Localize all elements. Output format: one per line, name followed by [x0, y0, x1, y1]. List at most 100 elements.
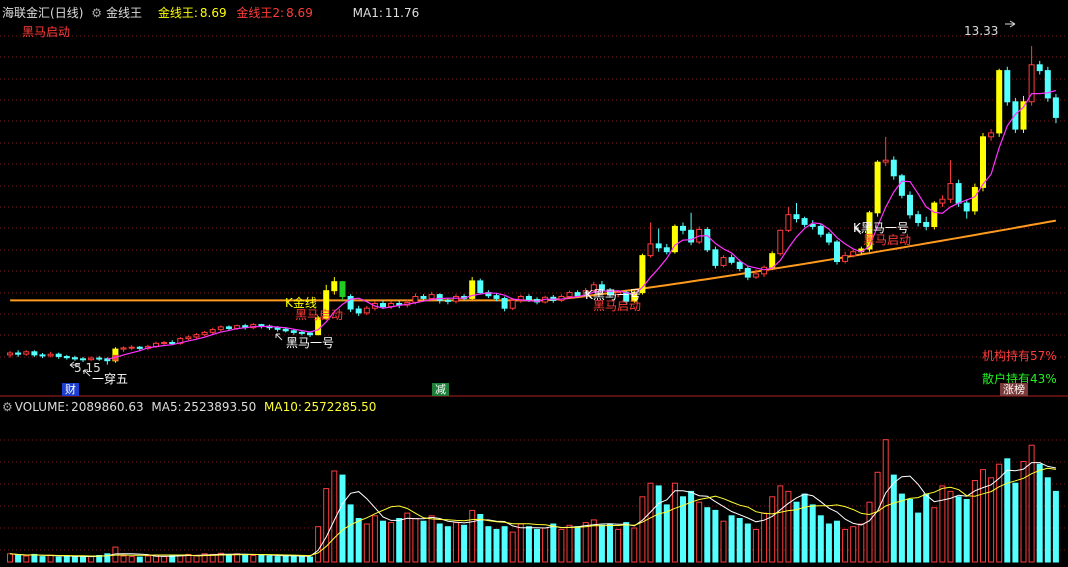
chart-grid — [0, 35, 1068, 551]
volume-bar — [274, 556, 281, 563]
volume-bar — [971, 480, 978, 563]
candle-body — [363, 307, 370, 314]
candle-body — [744, 268, 751, 278]
candle-body — [290, 330, 297, 333]
volume-bar — [250, 555, 257, 563]
candle-body — [493, 295, 500, 299]
candle-body — [996, 70, 1003, 134]
candle-body — [331, 281, 338, 292]
volume-bar — [404, 512, 411, 563]
volume-bar — [744, 523, 751, 563]
candle-body — [201, 331, 208, 336]
volume-bar — [534, 528, 540, 563]
volume-bar — [380, 520, 386, 563]
volume-bar — [1052, 490, 1059, 563]
volume-bar — [177, 555, 184, 563]
volume-bar — [631, 527, 638, 563]
candle-body — [1052, 97, 1059, 118]
volume-bar — [1020, 461, 1027, 563]
volume-bar — [436, 523, 443, 563]
volume-bar — [290, 555, 297, 563]
volume-bar — [647, 482, 654, 563]
candle-body — [801, 218, 808, 225]
volume-bar — [769, 496, 776, 563]
volume-bar — [947, 490, 954, 563]
candle-body — [761, 266, 768, 275]
price-header: 海联金汇(日线) ⚙ 金线王 金线王: 8.69 金线王2: 8.69 MA1: 11.… — [2, 5, 423, 21]
volume-bar — [501, 526, 508, 563]
volume-bar — [396, 518, 403, 563]
heima-qidong-label-1: 黑马启动 — [295, 308, 344, 322]
period-label: (日线) — [50, 6, 84, 20]
candle-body — [380, 303, 386, 308]
vol-ma10-label: MA10: — [264, 400, 302, 414]
volume-bar — [298, 556, 305, 563]
candle-body — [355, 308, 362, 314]
vol-ma5-label: MA5: — [151, 400, 182, 414]
candle-body — [574, 292, 581, 297]
volume-header: ⚙ VOLUME: 2089860.63 MA5: 2523893.50 MA10: 2… — [2, 399, 380, 415]
volume-bar — [71, 556, 78, 563]
candle-body — [980, 136, 986, 188]
zhangbang-badge[interactable]: 涨榜 — [1000, 383, 1028, 396]
candle-body — [436, 294, 443, 301]
ma-line-path — [107, 89, 1057, 360]
volume-bar — [907, 499, 913, 563]
annotation-arrows — [69, 20, 1016, 377]
volume-bar — [347, 504, 354, 563]
candle-body — [501, 298, 508, 309]
candle-body — [1044, 70, 1051, 99]
candle-body — [680, 225, 686, 231]
volume-bar — [720, 520, 727, 563]
volume-bar — [493, 528, 500, 563]
app-name: 海联金汇 — [2, 6, 51, 20]
candle-body — [7, 352, 13, 356]
heima-start-top-label: 黑马启动 — [22, 25, 71, 39]
candle-body — [566, 292, 573, 298]
volume-bar — [315, 526, 322, 563]
volume-bar — [712, 509, 719, 563]
volume-bar — [323, 488, 330, 563]
volume-bar — [371, 515, 378, 563]
candle-body — [1036, 64, 1043, 72]
volume-bar — [363, 523, 370, 563]
volume-bar — [898, 493, 905, 563]
jian-badge[interactable]: 减 — [432, 383, 449, 396]
heima-yihao-label: 黑马一号 — [286, 336, 335, 350]
candle-body — [874, 161, 881, 214]
volume-bar — [842, 528, 849, 563]
volume-bar — [574, 526, 581, 563]
volume-bar — [882, 439, 889, 563]
volume-bar — [542, 527, 549, 563]
candle-body — [47, 353, 54, 357]
candle-body — [209, 329, 216, 333]
volume-settings-icon[interactable]: ⚙ — [2, 400, 13, 414]
volume-bar — [7, 553, 13, 563]
volume-bar — [453, 522, 459, 563]
price-high-label: 13.33 — [964, 24, 999, 38]
candle-body — [31, 351, 38, 356]
candle-body — [282, 328, 289, 332]
settings-icon[interactable]: ⚙ — [91, 6, 102, 20]
volume-bar — [144, 555, 151, 563]
volume-bar — [136, 556, 143, 563]
institution-holding: 机构持有57% — [982, 349, 1057, 363]
candle-body — [96, 357, 103, 360]
candle-body — [193, 334, 200, 338]
volume-bar — [55, 556, 62, 563]
volume-bar — [23, 555, 30, 563]
volume-bar — [477, 514, 484, 563]
volume-bar — [47, 554, 54, 563]
volume-bar — [469, 509, 476, 563]
candle-body — [217, 326, 224, 331]
volume-bar — [736, 518, 743, 563]
volume-bar — [663, 504, 670, 563]
ma-value: 11.76 — [384, 6, 420, 20]
volume-bar — [696, 501, 703, 563]
volume-bar — [63, 555, 70, 563]
candle-body — [704, 229, 711, 251]
volume-bar — [461, 524, 468, 563]
volume-bar — [412, 518, 419, 563]
cai-badge[interactable]: 财 — [62, 383, 79, 396]
candle-body — [161, 342, 168, 344]
